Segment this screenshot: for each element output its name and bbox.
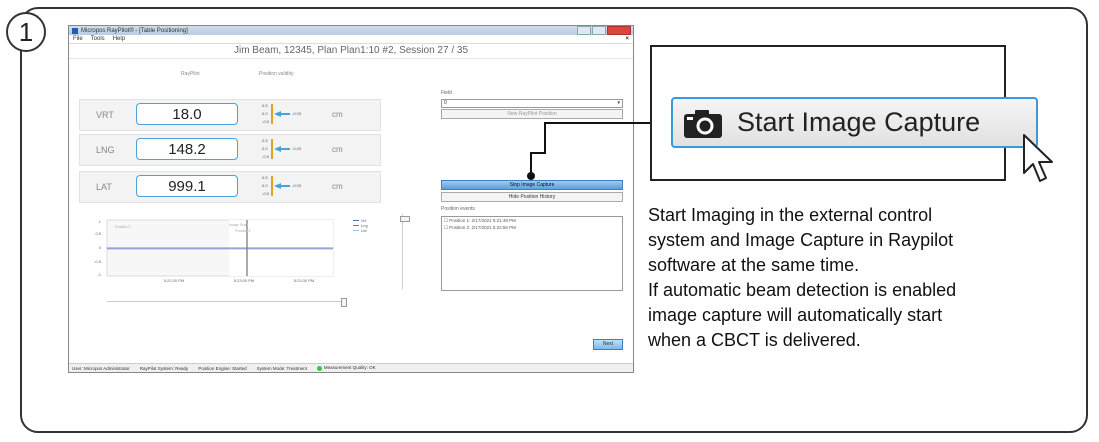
instruction-line: Start Imaging in the external control [648,205,933,225]
instruction-line: software at the same time. [648,255,860,275]
instruction-line: image capture will automatically start [648,305,943,325]
instruction-line: If automatic beam detection is enabled [648,280,957,300]
instruction-line: system and Image Capture in Raypilot [648,230,954,250]
hand-cursor-icon [1023,134,1053,182]
camera-icon [684,109,722,138]
start-image-capture-label: Start Image Capture [737,107,981,137]
start-image-capture-button[interactable]: Start Image Capture [671,97,1038,148]
instruction-text: Start Imaging in the external control sy… [648,203,1068,353]
instruction-line: when a CBCT is delivered. [648,330,861,350]
